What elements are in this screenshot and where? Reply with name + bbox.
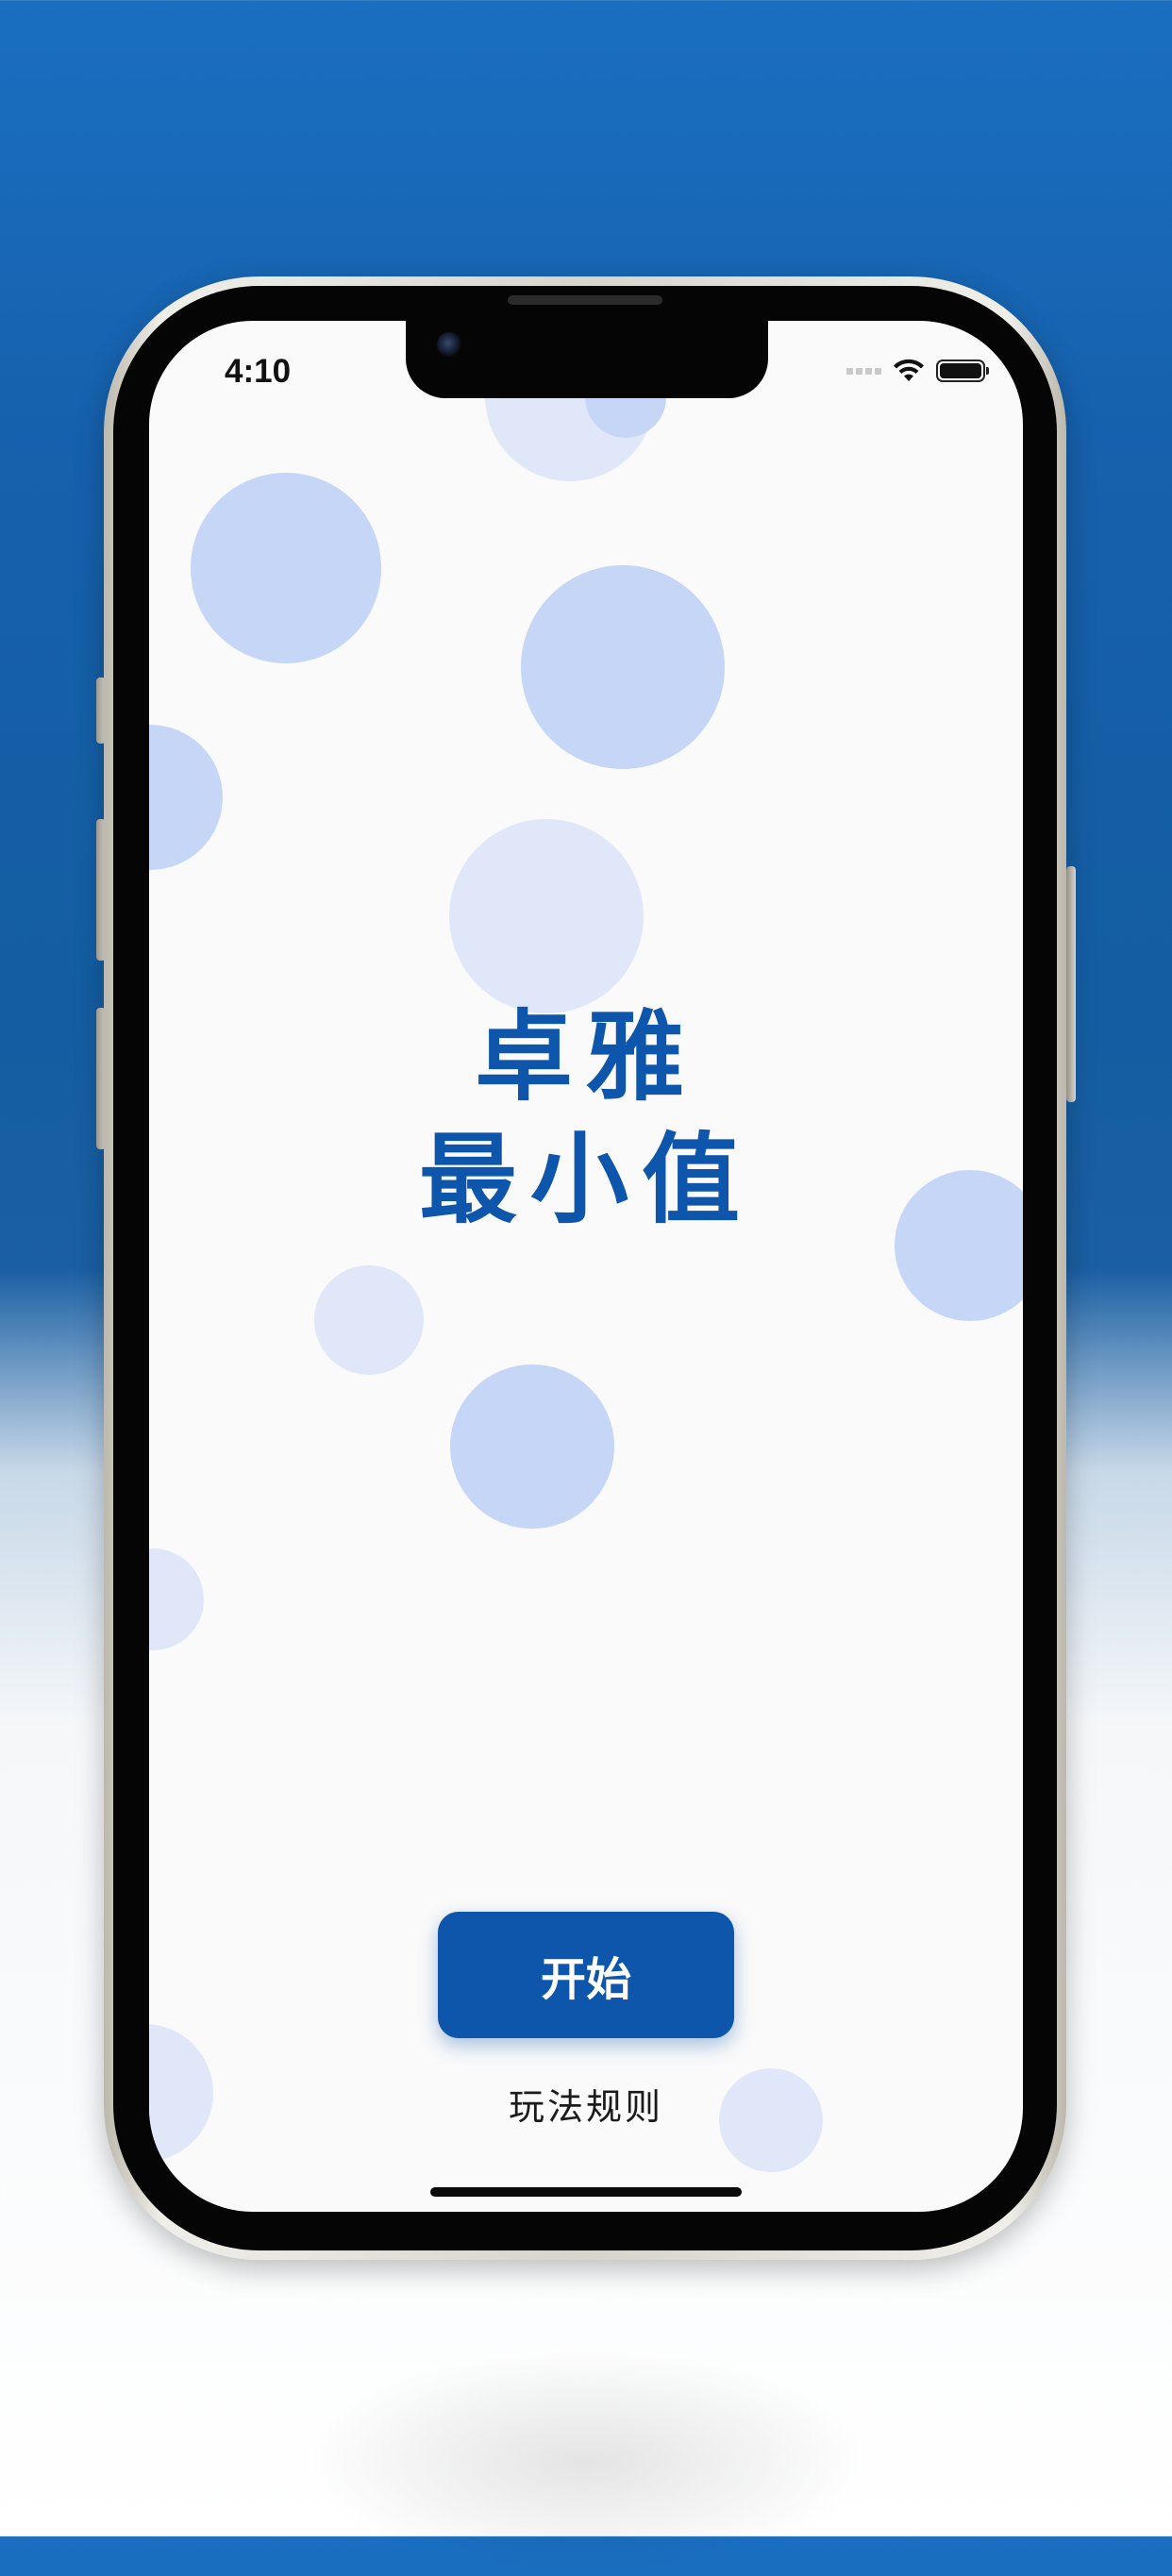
background-bubble bbox=[314, 1265, 424, 1375]
rules-link[interactable]: 玩法规则 bbox=[149, 2078, 1023, 2130]
home-indicator[interactable] bbox=[430, 2187, 742, 2197]
battery-icon bbox=[936, 360, 989, 382]
game-title-line2: 最小值 bbox=[418, 1122, 753, 1237]
notch bbox=[406, 321, 768, 398]
background-bubble bbox=[149, 1548, 204, 1650]
background-bubble bbox=[149, 725, 223, 870]
background-bubble bbox=[191, 473, 381, 663]
status-time: 4:10 bbox=[225, 353, 292, 390]
wifi-icon bbox=[893, 359, 925, 383]
floor-shadow bbox=[303, 2350, 869, 2576]
earpiece-speaker bbox=[508, 295, 662, 305]
background-bubble bbox=[521, 565, 725, 769]
background-bubble bbox=[450, 1364, 614, 1529]
start-button[interactable]: 开始 bbox=[438, 1912, 734, 2038]
background-bubble bbox=[449, 819, 644, 1013]
app-screen: 4:10 卓雅 最小值 开始 玩法规则 bbox=[149, 321, 1023, 2212]
power-button bbox=[1066, 866, 1076, 1102]
signal-icon bbox=[846, 367, 881, 375]
game-title-line1: 卓雅 bbox=[474, 999, 697, 1114]
front-camera-icon bbox=[437, 332, 461, 357]
status-icons bbox=[846, 357, 989, 385]
